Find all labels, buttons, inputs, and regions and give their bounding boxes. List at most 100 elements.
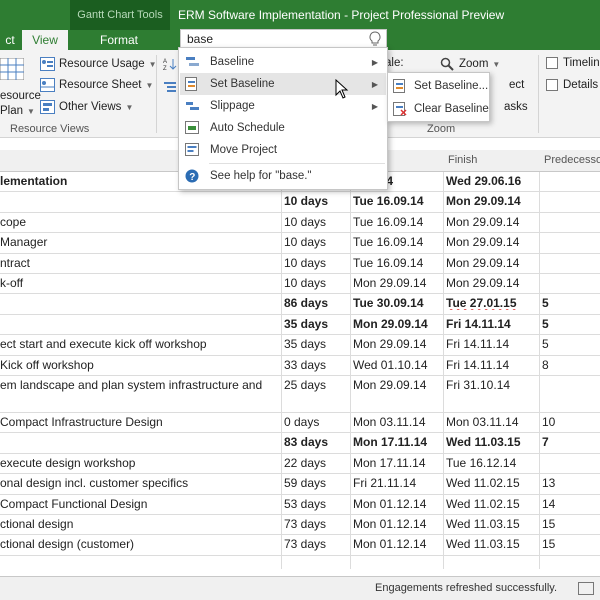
resource-sheet-button[interactable]: Resource Sheet ▼	[40, 78, 153, 92]
table-row[interactable]: cope 10 days Tue 16.09.14 Mon 29.09.14	[0, 213, 600, 234]
table-row[interactable]: em landscape and plan system infrastruct…	[0, 376, 600, 413]
duration-cell[interactable]: 73 days	[284, 517, 348, 531]
start-cell[interactable]: Mon 01.12.14	[353, 517, 441, 531]
entire-project-frag[interactable]: ect	[509, 79, 524, 91]
start-cell[interactable]: Tue 30.09.14	[353, 296, 441, 310]
task-name-cell[interactable]: em landscape and plan system infrastruct…	[0, 378, 282, 392]
finish-cell[interactable]: Mon 29.09.14	[446, 215, 538, 229]
table-row[interactable]: 86 days Tue 30.09.14 Tue 27.01.15 5	[0, 294, 600, 315]
resource-frag[interactable]: esource	[0, 90, 41, 102]
task-name-cell[interactable]: ctional design	[0, 517, 282, 531]
start-cell[interactable]: Fri 21.11.14	[353, 476, 441, 490]
predecessors-cell[interactable]: 15	[542, 537, 600, 551]
table-row[interactable]: k-off 10 days Mon 29.09.14 Mon 29.09.14	[0, 274, 600, 295]
duration-cell[interactable]: 83 days	[284, 435, 348, 449]
start-cell[interactable]: Tue 16.09.14	[353, 235, 441, 249]
predecessors-cell[interactable]: 7	[542, 435, 600, 449]
plan-frag[interactable]: Plan ▼	[0, 105, 35, 117]
finish-cell[interactable]: Wed 29.06.16	[446, 174, 538, 188]
finish-cell[interactable]: Mon 29.09.14	[446, 194, 538, 208]
task-name-cell[interactable]: Manager	[0, 235, 282, 249]
predecessors-cell[interactable]: 10	[542, 415, 600, 429]
start-cell[interactable]: Mon 29.09.14	[353, 378, 441, 392]
start-cell[interactable]: Tue 16.09.14	[353, 215, 441, 229]
resource-usage-button[interactable]: Resource Usage ▼	[40, 57, 157, 71]
tab-view[interactable]: View	[22, 30, 68, 50]
finish-cell[interactable]: Fri 31.10.14	[446, 378, 538, 392]
duration-cell[interactable]: 10 days	[284, 194, 348, 208]
table-row[interactable]: 10 days Tue 16.09.14 Mon 29.09.14	[0, 192, 600, 213]
start-cell[interactable]: Mon 17.11.14	[353, 456, 441, 470]
start-cell[interactable]: Mon 29.09.14	[353, 337, 441, 351]
tell-me-search-input[interactable]: base	[180, 29, 387, 49]
task-name-cell[interactable]: Compact Infrastructure Design	[0, 415, 282, 429]
start-cell[interactable]: Tue 16.09.14	[353, 256, 441, 270]
table-row[interactable]: ctional design 73 days Mon 01.12.14 Wed 11.…	[0, 515, 600, 536]
task-name-cell[interactable]: ect start and execute kick off workshop	[0, 337, 282, 351]
column-header-finish[interactable]: Finish	[448, 154, 477, 166]
task-name-cell[interactable]: onal design incl. customer specifics	[0, 476, 282, 490]
finish-cell[interactable]: Wed 11.03.15	[446, 435, 538, 449]
start-cell[interactable]: Tue 16.09.14	[353, 194, 441, 208]
table-row[interactable]: Manager 10 days Tue 16.09.14 Mon 29.09.14	[0, 233, 600, 254]
duration-cell[interactable]: 10 days	[284, 256, 348, 270]
table-row[interactable]: Kick off workshop 33 days Wed 01.10.14 Fri …	[0, 356, 600, 376]
table-row[interactable]: 35 days Mon 29.09.14 Fri 14.11.14 5	[0, 315, 600, 336]
task-name-cell[interactable]: execute design workshop	[0, 456, 282, 470]
dropdown-item-set-baseline[interactable]: Set Baseline ▶	[180, 73, 386, 95]
duration-cell[interactable]: 33 days	[284, 358, 348, 372]
zoom-button[interactable]: Zoom ▼	[440, 57, 500, 71]
finish-cell[interactable]: Tue 27.01.15	[446, 296, 538, 310]
duration-cell[interactable]: 35 days	[284, 317, 348, 331]
finish-cell[interactable]: Mon 29.09.14	[446, 276, 538, 290]
resource-plan-icon[interactable]	[0, 58, 24, 80]
finish-cell[interactable]: Fri 14.11.14	[446, 337, 538, 351]
table-row[interactable]: Compact Functional Design 53 days Mon 01.1…	[0, 495, 600, 515]
finish-cell[interactable]: Wed 11.02.15	[446, 497, 538, 511]
finish-cell[interactable]: Mon 29.09.14	[446, 235, 538, 249]
duration-cell[interactable]: 10 days	[284, 215, 348, 229]
sort-icon[interactable]: AZ	[163, 57, 177, 71]
start-cell[interactable]: Wed 01.10.14	[353, 358, 441, 372]
task-name-cell[interactable]: cope	[0, 215, 282, 229]
context-tab-gantt-chart-tools[interactable]: Gantt Chart Tools	[70, 0, 170, 30]
finish-cell[interactable]: Mon 29.09.14	[446, 256, 538, 270]
duration-cell[interactable]: 53 days	[284, 497, 348, 511]
duration-cell[interactable]: 25 days	[284, 378, 348, 392]
finish-cell[interactable]: Fri 14.11.14	[446, 317, 538, 331]
outline-icon[interactable]	[163, 80, 177, 94]
table-row[interactable]: ctional design (customer) 73 days Mon 01.1…	[0, 535, 600, 556]
predecessors-cell[interactable]: 14	[542, 497, 600, 511]
view-shortcut-icon[interactable]	[578, 582, 594, 595]
table-row[interactable]: Compact Infrastructure Design 0 days Mon 0…	[0, 413, 600, 434]
finish-cell[interactable]: Mon 03.11.14	[446, 415, 538, 429]
start-cell[interactable]: Mon 01.12.14	[353, 497, 441, 511]
duration-cell[interactable]: 59 days	[284, 476, 348, 490]
duration-cell[interactable]: 22 days	[284, 456, 348, 470]
finish-cell[interactable]: Wed 11.03.15	[446, 537, 538, 551]
dropdown-item-baseline[interactable]: Baseline ▶	[180, 51, 386, 73]
selected-tasks-frag[interactable]: asks	[504, 101, 528, 113]
start-cell[interactable]: Mon 01.12.14	[353, 537, 441, 551]
duration-cell[interactable]: 35 days	[284, 337, 348, 351]
task-name-cell[interactable]: k-off	[0, 276, 282, 290]
start-cell[interactable]: Mon 29.09.14	[353, 317, 441, 331]
duration-cell[interactable]: 10 days	[284, 276, 348, 290]
dropdown-item-help[interactable]: ? See help for "base."	[180, 165, 386, 187]
finish-cell[interactable]: Wed 11.03.15	[446, 517, 538, 531]
tab-project[interactable]: ct	[0, 30, 20, 50]
dropdown-item-move-project[interactable]: Move Project	[180, 139, 386, 161]
submenu-item-set-baseline[interactable]: Set Baseline...	[389, 75, 489, 97]
table-row[interactable]: execute design workshop 22 days Mon 17.11.…	[0, 454, 600, 475]
predecessors-cell[interactable]: 8	[542, 358, 600, 372]
other-views-button[interactable]: Other Views ▼	[40, 100, 133, 114]
tab-format[interactable]: Format	[82, 30, 156, 50]
table-row[interactable]: 83 days Mon 17.11.14 Wed 11.03.15 7	[0, 433, 600, 454]
finish-cell[interactable]: Wed 11.02.15	[446, 476, 538, 490]
table-row[interactable]: ect start and execute kick off workshop 3…	[0, 335, 600, 356]
predecessors-cell[interactable]: 5	[542, 337, 600, 351]
timeline-checkbox[interactable]: Timelin	[546, 57, 600, 69]
start-cell[interactable]: Mon 17.11.14	[353, 435, 441, 449]
table-row[interactable]: onal design incl. customer specifics 59 d…	[0, 474, 600, 495]
table-row[interactable]: ntract 10 days Tue 16.09.14 Mon 29.09.14	[0, 254, 600, 274]
